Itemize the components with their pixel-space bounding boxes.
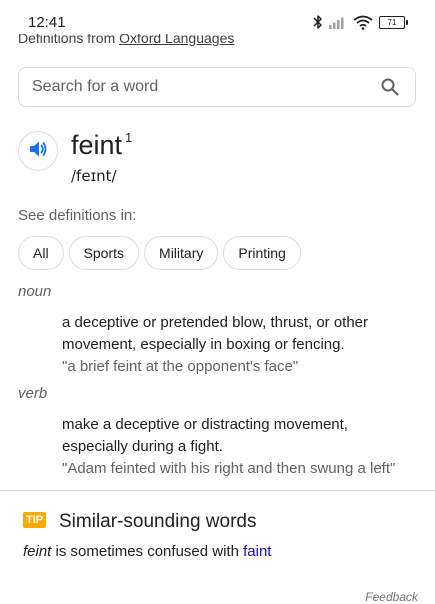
bluetooth-icon (313, 14, 323, 30)
phonetic-spelling: /feɪnt/ (71, 167, 117, 185)
definition-noun: a deceptive or pretended blow, thrust, o… (62, 314, 369, 353)
chip-printing[interactable]: Printing (223, 236, 301, 270)
search-input[interactable] (19, 68, 379, 106)
section-divider (0, 490, 435, 491)
part-of-speech-noun: noun (18, 283, 52, 300)
headword-text: feint (71, 130, 123, 160)
tip-badge: TIP (23, 512, 47, 528)
battery-icon: 71 (379, 15, 408, 29)
definition-verb: make a deceptive or distracting movement… (62, 416, 348, 455)
tip-word: feint (23, 543, 52, 560)
see-definitions-label: See definitions in: (18, 207, 137, 224)
tip-middle-text: is sometimes confused with (51, 543, 244, 560)
headword-superscript: 1 (125, 130, 133, 145)
example-verb: "Adam feinted with his right and then sw… (62, 460, 396, 477)
speaker-icon (28, 140, 48, 163)
status-time: 12:41 (28, 14, 66, 31)
definition-chips: All Sports Military Printing (18, 236, 301, 270)
cell-signal-icon (329, 15, 347, 29)
chip-all[interactable]: All (18, 236, 64, 270)
faint-link[interactable]: faint (243, 543, 271, 560)
chip-sports[interactable]: Sports (68, 236, 140, 270)
tip-title: Similar-sounding words (59, 511, 257, 532)
status-icons: 71 (313, 13, 408, 31)
part-of-speech-verb: verb (18, 385, 48, 402)
chip-military[interactable]: Military (144, 236, 219, 270)
example-noun: "a brief feint at the opponent's face" (62, 358, 299, 375)
tip-text: feint is sometimes confused with faint (23, 543, 271, 560)
headword: feint 1 (71, 130, 132, 161)
feedback-link[interactable]: Feedback (365, 590, 418, 604)
wifi-icon (353, 15, 373, 30)
search-icon[interactable] (379, 76, 401, 98)
pronunciation-button[interactable] (18, 131, 58, 171)
status-bar: 12:41 71 (0, 0, 435, 34)
search-box (18, 67, 416, 107)
